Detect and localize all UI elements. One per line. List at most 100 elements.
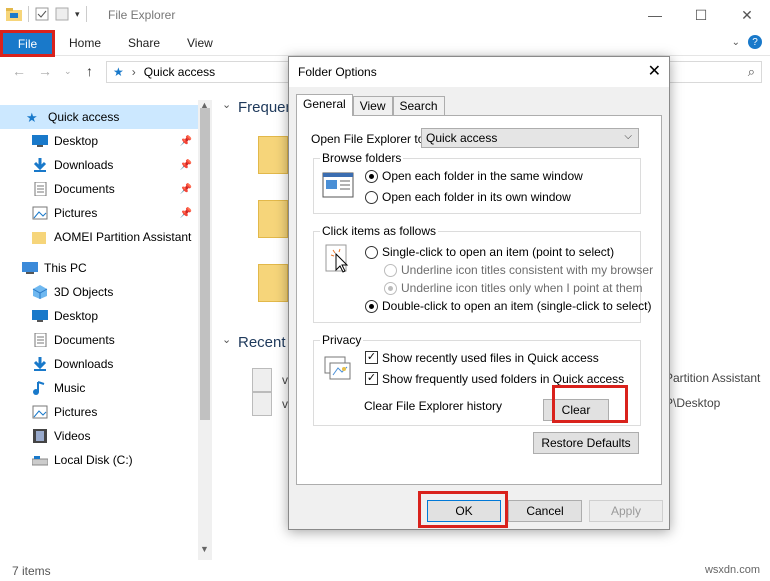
quick-access-star-icon: ★ xyxy=(113,65,124,79)
same-window-label[interactable]: Open each folder in the same window xyxy=(382,169,583,183)
collapse-chevron-icon[interactable]: ⌄ xyxy=(222,98,231,111)
folder-options-dialog: Folder Options ✕ General View Search Ope… xyxy=(288,56,670,530)
sidebar-item-downloads[interactable]: Downloads 📌 xyxy=(0,153,198,177)
close-icon[interactable]: ✕ xyxy=(648,61,661,81)
window-controls: — ☐ ✕ xyxy=(632,0,770,30)
sidebar-item-documents[interactable]: Documents 📌 xyxy=(0,177,198,201)
apply-button[interactable]: Apply xyxy=(589,500,663,522)
back-arrow-icon[interactable]: ← xyxy=(12,63,26,79)
folder-explorer-icon[interactable] xyxy=(6,7,22,21)
maximize-button[interactable]: ☐ xyxy=(678,0,724,30)
sidebar-item-pc-pictures[interactable]: Pictures xyxy=(0,400,198,424)
address-bar[interactable]: ★ › Quick access xyxy=(106,61,291,83)
group-title: Browse folders xyxy=(320,151,404,165)
tab-view[interactable]: View xyxy=(352,96,393,116)
frequent-folders-label[interactable]: Show frequently used folders in Quick ac… xyxy=(382,372,624,386)
chevron-down-icon: ⌵ xyxy=(624,131,632,142)
cube-icon xyxy=(32,285,48,299)
recent-files-heading: Recent xyxy=(238,334,286,351)
item-count: 7 items xyxy=(12,564,51,578)
open-explorer-label: Open File Explorer to: xyxy=(311,132,428,146)
scroll-down-arrow-icon[interactable]: ▼ xyxy=(200,544,209,554)
sidebar-item-3d-objects[interactable]: 3D Objects xyxy=(0,280,198,304)
window-title: File Explorer xyxy=(108,8,176,22)
minimize-button[interactable]: — xyxy=(632,0,678,30)
help-icon[interactable]: ? xyxy=(748,35,762,49)
sidebar-item-label: Downloads xyxy=(54,357,114,371)
up-arrow-icon[interactable]: ↑ xyxy=(86,63,93,79)
underline-browser-label[interactable]: Underline icon titles consistent with my… xyxy=(401,263,653,277)
own-window-label[interactable]: Open each folder in its own window xyxy=(382,190,571,204)
sidebar-item-music[interactable]: Music xyxy=(0,376,198,400)
sidebar-item-pc-documents[interactable]: Documents xyxy=(0,328,198,352)
ribbon-right-controls: ⌄ ? xyxy=(732,35,762,49)
sidebar-item-this-pc[interactable]: This PC xyxy=(0,256,198,280)
own-window-radio[interactable] xyxy=(365,191,378,204)
recent-files-label[interactable]: Show recently used files in Quick access xyxy=(382,351,599,365)
double-click-radio[interactable] xyxy=(365,300,378,313)
double-click-label[interactable]: Double-click to open an item (single-cli… xyxy=(382,299,651,313)
underline-browser-radio[interactable] xyxy=(384,264,397,277)
underline-point-radio[interactable] xyxy=(384,282,397,295)
recent-file-icon[interactable] xyxy=(252,392,272,416)
sidebar-item-label: Pictures xyxy=(54,405,98,419)
sidebar-item-label: Local Disk (C:) xyxy=(54,453,133,467)
sidebar-item-aomei[interactable]: AOMEI Partition Assistant xyxy=(0,225,198,249)
sidebar-item-quick-access[interactable]: ★ Quick access xyxy=(0,105,198,129)
recent-locations-chevron-icon[interactable]: ⌄ xyxy=(64,66,72,77)
frequent-folder-thumbnail[interactable] xyxy=(258,264,288,302)
sidebar-item-label: Pictures xyxy=(54,206,98,220)
sidebar-item-pictures[interactable]: Pictures 📌 xyxy=(0,201,198,225)
frequent-folder-thumbnail[interactable] xyxy=(258,200,288,238)
tab-search[interactable]: Search xyxy=(392,96,445,116)
documents-icon xyxy=(34,333,47,347)
customize-toolbar-chevron-icon[interactable]: ▾ xyxy=(75,9,80,20)
click-items-group: Click items as follows Single-click to o… xyxy=(313,224,653,323)
film-icon xyxy=(33,429,47,443)
scrollbar-thumb[interactable] xyxy=(200,108,210,420)
single-click-radio[interactable] xyxy=(365,246,378,259)
single-click-label[interactable]: Single-click to open an item (point to s… xyxy=(382,245,614,259)
frequent-folder-thumbnail[interactable] xyxy=(258,136,288,174)
same-window-radio[interactable] xyxy=(365,170,378,183)
pin-icon: 📌 xyxy=(179,207,192,219)
toolbar-divider xyxy=(85,6,87,22)
file-tab[interactable]: File xyxy=(3,33,52,54)
browse-window-icon xyxy=(322,172,354,198)
sidebar-item-local-disk[interactable]: Local Disk (C:) xyxy=(0,448,198,472)
tab-view[interactable]: View xyxy=(187,36,213,50)
watermark: wsxdn.com xyxy=(704,564,760,576)
ok-button-highlight xyxy=(418,491,508,528)
navpane-scrollbar[interactable]: ▲ ▼ xyxy=(198,100,212,560)
close-window-button[interactable]: ✕ xyxy=(724,0,770,30)
folder-icon xyxy=(32,232,46,244)
new-folder-icon[interactable] xyxy=(55,7,69,21)
collapse-chevron-icon[interactable]: ⌄ xyxy=(222,333,231,346)
forward-arrow-icon[interactable]: → xyxy=(38,63,52,79)
toolbar-divider xyxy=(28,6,29,22)
frequent-folders-checkbox[interactable]: ✓ xyxy=(365,372,378,385)
cancel-button[interactable]: Cancel xyxy=(508,500,582,522)
file-tab-highlight: File xyxy=(0,30,55,57)
dialog-titlebar: Folder Options ✕ xyxy=(289,57,669,87)
tab-general[interactable]: General xyxy=(296,94,353,116)
desktop-icon xyxy=(32,135,48,147)
sidebar-item-label: Documents xyxy=(54,333,115,347)
explorer-titlebar: ▾ File Explorer — ☐ ✕ xyxy=(0,0,770,30)
sidebar-item-videos[interactable]: Videos xyxy=(0,424,198,448)
sidebar-item-pc-downloads[interactable]: Downloads xyxy=(0,352,198,376)
properties-icon[interactable] xyxy=(35,7,49,21)
recent-file-location: Partition Assistant xyxy=(665,371,761,385)
sidebar-item-pc-desktop[interactable]: Desktop xyxy=(0,304,198,328)
underline-point-label[interactable]: Underline icon titles only when I point … xyxy=(401,281,642,295)
recent-file-icon[interactable] xyxy=(252,368,272,392)
expand-ribbon-chevron-icon[interactable]: ⌄ xyxy=(732,37,740,48)
open-explorer-select[interactable]: Quick access ⌵ xyxy=(421,128,639,148)
sidebar-item-desktop[interactable]: Desktop 📌 xyxy=(0,129,198,153)
tab-share[interactable]: Share xyxy=(128,36,160,50)
dialog-tabs: General View Search xyxy=(296,94,445,116)
restore-defaults-button[interactable]: Restore Defaults xyxy=(533,432,639,454)
general-tab-panel: Open File Explorer to: Quick access ⌵ Br… xyxy=(296,115,662,485)
recent-files-checkbox[interactable]: ✓ xyxy=(365,351,378,364)
tab-home[interactable]: Home xyxy=(69,36,101,50)
